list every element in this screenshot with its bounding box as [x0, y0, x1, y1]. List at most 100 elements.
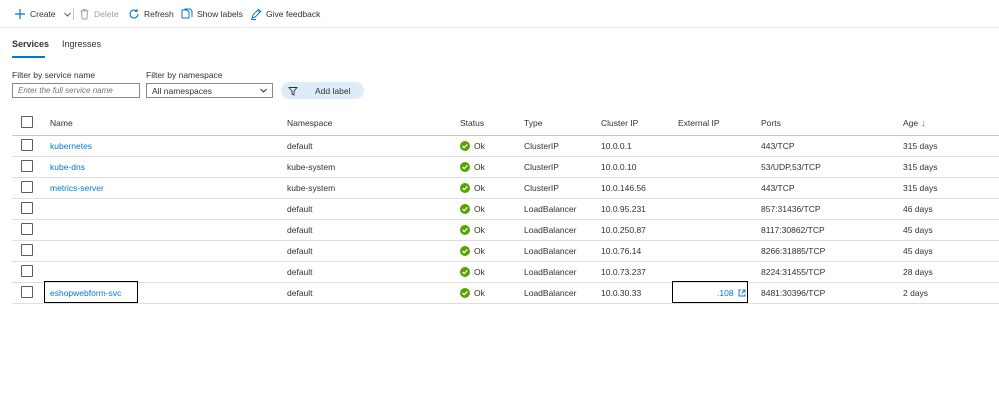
service-name-link[interactable]: kube-dns — [50, 156, 85, 177]
delete-button[interactable]: Delete — [79, 6, 119, 22]
show-labels-button[interactable]: Show labels — [181, 6, 243, 22]
type-cell: LoadBalancer — [524, 287, 577, 298]
service-name-link[interactable]: metrics-server — [50, 177, 104, 198]
status-text: Ok — [474, 140, 485, 151]
sort-down-icon: ↓ — [921, 117, 926, 128]
namespace-cell: default — [287, 224, 313, 235]
chevron-down-icon — [63, 12, 71, 17]
table-row[interactable]: eshopwebform-svc Ok default LoadBalancer 10.… — [12, 282, 999, 304]
refresh-icon — [129, 9, 139, 19]
row-checkbox[interactable] — [21, 181, 33, 193]
table-row[interactable]: Ok default LoadBalancer 10.0.250.87 8117:308… — [12, 219, 999, 241]
age-cell: 46 days — [903, 203, 933, 214]
column-header-ports[interactable]: Ports — [761, 110, 781, 135]
row-checkbox[interactable] — [21, 139, 33, 151]
cluster-ip-cell: 10.0.76.14 — [601, 245, 642, 256]
row-checkbox[interactable] — [21, 265, 33, 277]
namespace-filter-label: Filter by namespace — [146, 70, 223, 80]
column-header-type[interactable]: Type — [524, 110, 542, 135]
age-cell: 315 days — [903, 140, 938, 151]
status-cell: Ok — [460, 261, 485, 282]
table-row[interactable]: kube-dns Ok kube-system ClusterIP 10.0.0.10 5… — [12, 156, 999, 178]
status-text: Ok — [474, 266, 485, 277]
give-feedback-label: Give feedback — [266, 9, 321, 19]
refresh-button[interactable]: Refresh — [128, 6, 174, 22]
trash-icon — [80, 9, 89, 20]
table-header: Name Namespace Status Type Cluster IP Ex… — [12, 110, 999, 136]
feedback-icon — [251, 8, 262, 20]
filter-icon — [288, 86, 298, 96]
cluster-ip-cell: 10.0.95.231 — [601, 203, 646, 214]
add-label-button[interactable]: Add label — [281, 82, 364, 99]
column-header-cluster-ip[interactable]: Cluster IP — [601, 110, 638, 135]
table-row[interactable]: Ok default LoadBalancer 10.0.73.237 8224:314… — [12, 261, 999, 283]
service-name-filter-label: Filter by service name — [12, 70, 96, 80]
status-text: Ok — [474, 203, 485, 214]
check-circle-icon — [460, 203, 470, 214]
namespace-dropdown-value: All namespaces — [152, 85, 213, 96]
table-row[interactable]: kubernetes Ok default ClusterIP 10.0.0.1 443/… — [12, 135, 999, 157]
select-all-checkbox[interactable] — [21, 116, 33, 128]
service-name-highlight-box — [44, 281, 138, 303]
status-cell: Ok — [460, 282, 485, 303]
status-cell: Ok — [460, 240, 485, 261]
table-row[interactable]: metrics-server Ok kube-system ClusterIP 10.0… — [12, 177, 999, 199]
toolbar-divider — [73, 8, 74, 20]
type-cell: ClusterIP — [524, 140, 559, 151]
status-text: Ok — [474, 245, 485, 256]
row-checkbox[interactable] — [21, 244, 33, 256]
tab-ingresses[interactable]: Ingresses — [62, 39, 101, 49]
tab-services[interactable]: Services — [12, 39, 49, 49]
age-cell: 2 days — [903, 287, 929, 298]
chevron-down-icon — [260, 88, 267, 93]
add-label-text: Add label — [315, 85, 351, 96]
cluster-ip-cell: 10.0.146.56 — [601, 182, 646, 193]
status-text: Ok — [474, 224, 485, 235]
status-cell: Ok — [460, 198, 485, 219]
show-labels-label: Show labels — [197, 9, 243, 19]
row-checkbox[interactable] — [21, 202, 33, 214]
row-checkbox[interactable] — [21, 160, 33, 172]
ports-cell: 857:31436/TCP — [761, 203, 821, 214]
table-row[interactable]: Ok default LoadBalancer 10.0.95.231 857:3143… — [12, 198, 999, 220]
row-checkbox[interactable] — [21, 286, 33, 298]
column-header-namespace[interactable]: Namespace — [287, 110, 332, 135]
ports-cell: 443/TCP — [761, 182, 795, 193]
external-ip-highlight-box — [672, 281, 748, 303]
age-cell: 28 days — [903, 266, 933, 277]
age-cell: 45 days — [903, 224, 933, 235]
type-cell: LoadBalancer — [524, 224, 577, 235]
status-cell: Ok — [460, 177, 485, 198]
ports-cell: 8266:31885/TCP — [761, 245, 826, 256]
namespace-cell: default — [287, 266, 313, 277]
service-name-link[interactable]: kubernetes — [50, 135, 92, 156]
type-cell: LoadBalancer — [524, 203, 577, 214]
cluster-ip-cell: 10.0.73.237 — [601, 266, 646, 277]
namespace-cell: default — [287, 287, 313, 298]
table-row[interactable]: Ok default LoadBalancer 10.0.76.14 8266:3188… — [12, 240, 999, 262]
column-header-status[interactable]: Status — [460, 110, 484, 135]
status-text: Ok — [474, 287, 485, 298]
row-checkbox[interactable] — [21, 223, 33, 235]
cluster-ip-cell: 10.0.30.33 — [601, 287, 642, 298]
ports-cell: 8117:30862/TCP — [761, 224, 825, 235]
cluster-ip-cell: 10.0.0.1 — [601, 140, 632, 151]
age-cell: 315 days — [903, 182, 938, 193]
age-cell: 45 days — [903, 245, 933, 256]
namespace-cell: default — [287, 140, 313, 151]
column-header-age[interactable]: Age ↓ — [903, 110, 926, 135]
service-name-filter — [12, 83, 140, 98]
delete-label: Delete — [94, 9, 119, 19]
namespace-dropdown[interactable]: All namespaces — [146, 83, 273, 98]
check-circle-icon — [460, 161, 470, 172]
type-cell: ClusterIP — [524, 182, 559, 193]
namespace-cell: default — [287, 245, 313, 256]
service-name-input[interactable] — [13, 84, 139, 97]
column-header-name[interactable]: Name — [50, 110, 73, 135]
command-bar: Create Delete Refresh Show labels Give f… — [0, 0, 999, 28]
column-header-external-ip[interactable]: External IP — [678, 110, 720, 135]
give-feedback-button[interactable]: Give feedback — [250, 6, 320, 22]
type-cell: LoadBalancer — [524, 245, 577, 256]
check-circle-icon — [460, 287, 470, 298]
create-button[interactable]: Create — [14, 6, 72, 22]
